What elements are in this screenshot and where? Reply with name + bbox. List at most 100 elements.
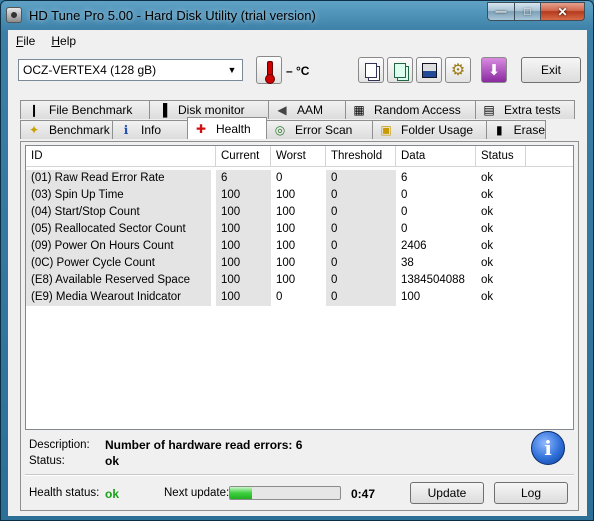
- table-row[interactable]: (E8) Available Reserved Space 100 100 0 1384…: [26, 272, 526, 289]
- drive-select[interactable]: OCZ-VERTEX4 (128 gB) ▼: [18, 59, 243, 81]
- column-header-data[interactable]: Data: [396, 146, 476, 166]
- tab-label: Info: [141, 123, 162, 137]
- cell-status: ok: [481, 189, 494, 201]
- magnifier-icon: ◎: [274, 123, 286, 137]
- cell-id: (05) Reallocated Sector Count: [26, 221, 211, 238]
- tab-error-scan[interactable]: ◎ Error Scan: [266, 120, 373, 139]
- status-value: ok: [105, 454, 120, 468]
- exit-button[interactable]: Exit: [521, 57, 581, 83]
- tab-row-top: ❙ File Benchmark ▐ Disk monitor ◀ AAM ▦ Random …: [20, 100, 578, 119]
- table-row[interactable]: (04) Start/Stop Count 100 100 0 0 ok: [26, 204, 526, 221]
- menu-file-label: ile: [23, 34, 36, 48]
- cell-worst: 0: [276, 172, 283, 184]
- smart-attributes-table[interactable]: ID Current Worst Threshold Data Status (01) R…: [25, 145, 574, 430]
- save-button[interactable]: [416, 57, 442, 83]
- window-title: HD Tune Pro 5.00 - Hard Disk Utility (tr…: [29, 8, 316, 23]
- tab-extra-tests[interactable]: ▤ Extra tests: [475, 100, 575, 119]
- table-header: ID Current Worst Threshold Data Status: [26, 146, 573, 167]
- countdown-timer: 0:47: [351, 487, 376, 501]
- menu-help[interactable]: Help: [43, 34, 84, 48]
- table-row[interactable]: (03) Spin Up Time 100 100 0 0 ok: [26, 187, 526, 204]
- tab-erase[interactable]: ▮ Erase: [486, 120, 546, 139]
- temperature-button[interactable]: [256, 56, 282, 84]
- cell-threshold: 0: [326, 221, 396, 238]
- cell-data: 2406: [401, 240, 427, 252]
- cell-data: 0: [401, 206, 408, 218]
- lightbulb-icon: ✦: [28, 123, 40, 137]
- table-row[interactable]: (01) Raw Read Error Rate 6 0 0 6 ok: [26, 170, 526, 187]
- tab-random-access[interactable]: ▦ Random Access: [345, 100, 476, 119]
- log-button[interactable]: Log: [494, 482, 568, 504]
- tab-label: Folder Usage: [401, 123, 474, 137]
- cell-threshold: 0: [326, 204, 396, 221]
- cell-data: 0: [401, 223, 408, 235]
- cell-threshold: 0: [326, 255, 396, 272]
- maximize-button[interactable]: □: [514, 2, 541, 21]
- tab-aam[interactable]: ◀ AAM: [268, 100, 346, 119]
- tab-benchmark[interactable]: ✦ Benchmark: [20, 120, 113, 139]
- info-icon[interactable]: i: [531, 431, 565, 465]
- tab-label: Health: [216, 121, 251, 136]
- cell-data: 0: [401, 189, 408, 201]
- tab-label: AAM: [297, 103, 324, 117]
- title-bar[interactable]: HD Tune Pro 5.00 - Hard Disk Utility (tr…: [1, 1, 593, 29]
- cell-current: 100: [216, 289, 271, 306]
- cell-data: 100: [401, 291, 421, 303]
- update-button[interactable]: Update: [410, 482, 484, 504]
- tab-label: Disk monitor: [178, 103, 245, 117]
- menu-help-mnemonic: H: [51, 34, 61, 48]
- status-label: Status:: [29, 455, 65, 467]
- column-header-threshold[interactable]: Threshold: [326, 146, 396, 166]
- cell-threshold: 0: [326, 170, 396, 187]
- disk-monitor-icon: ▐: [158, 103, 168, 117]
- menu-file[interactable]: File: [8, 34, 43, 48]
- minimize-button[interactable]: —: [487, 2, 515, 21]
- copy-to-clipboard-button[interactable]: [358, 57, 384, 83]
- tab-label: Extra tests: [504, 103, 561, 117]
- description-value: Number of hardware read errors: 6: [105, 438, 303, 452]
- screenshot-button[interactable]: [481, 57, 507, 83]
- tab-info[interactable]: ℹ Info: [112, 120, 188, 139]
- column-header-status[interactable]: Status: [476, 146, 526, 166]
- drive-select-value: OCZ-VERTEX4 (128 gB): [23, 63, 157, 77]
- column-header-worst[interactable]: Worst: [271, 146, 326, 166]
- tab-file-benchmark[interactable]: ❙ File Benchmark: [20, 100, 150, 119]
- tab-folder-usage[interactable]: ▣ Folder Usage: [372, 120, 487, 139]
- options-button[interactable]: [445, 57, 471, 83]
- cell-current: 100: [216, 204, 271, 221]
- health-status-label: Health status:: [29, 487, 100, 499]
- table-row[interactable]: (E9) Media Wearout Inidcator 100 0 0 100 ok: [26, 289, 526, 306]
- table-row[interactable]: (05) Reallocated Sector Count 100 100 0 0 ok: [26, 221, 526, 238]
- tab-label: File Benchmark: [49, 103, 133, 117]
- maximize-icon: □: [524, 5, 531, 18]
- cell-worst: 100: [276, 206, 296, 218]
- column-header-current[interactable]: Current: [216, 146, 271, 166]
- menu-help-label: elp: [60, 34, 77, 48]
- cell-data: 6: [401, 172, 408, 184]
- cell-worst: 100: [276, 274, 296, 286]
- cell-status: ok: [481, 206, 494, 218]
- table-body: (01) Raw Read Error Rate 6 0 0 6 ok (03) Spin …: [26, 170, 526, 306]
- tab-health[interactable]: ✚ Health: [187, 117, 267, 139]
- divider: [25, 474, 574, 476]
- tab-label: Benchmark: [49, 123, 110, 137]
- column-header-id[interactable]: ID: [26, 146, 216, 166]
- minimize-icon: —: [495, 5, 507, 18]
- cell-current: 100: [216, 255, 271, 272]
- cell-current: 6: [216, 170, 271, 187]
- cell-threshold: 0: [326, 187, 396, 204]
- table-row[interactable]: (0C) Power Cycle Count 100 100 0 38 ok: [26, 255, 526, 272]
- cell-id: (E9) Media Wearout Inidcator: [26, 289, 211, 306]
- hd-tune-app-icon: [6, 7, 22, 23]
- cell-id: (03) Spin Up Time: [26, 187, 211, 204]
- cell-threshold: 0: [326, 238, 396, 255]
- client-area: File Help OCZ-VERTEX4 (128 gB) ▼ – °C Ex…: [8, 30, 587, 516]
- file-benchmark-icon: ❙: [28, 103, 40, 117]
- table-row[interactable]: (09) Power On Hours Count 100 100 0 2406 ok: [26, 238, 526, 255]
- chevron-down-icon[interactable]: ▼: [224, 62, 240, 78]
- close-button[interactable]: ✕: [540, 2, 585, 21]
- health-panel: ID Current Worst Threshold Data Status (01) R…: [20, 141, 579, 511]
- cell-threshold: 0: [326, 289, 396, 306]
- cell-worst: 100: [276, 223, 296, 235]
- copy-all-button[interactable]: [387, 57, 413, 83]
